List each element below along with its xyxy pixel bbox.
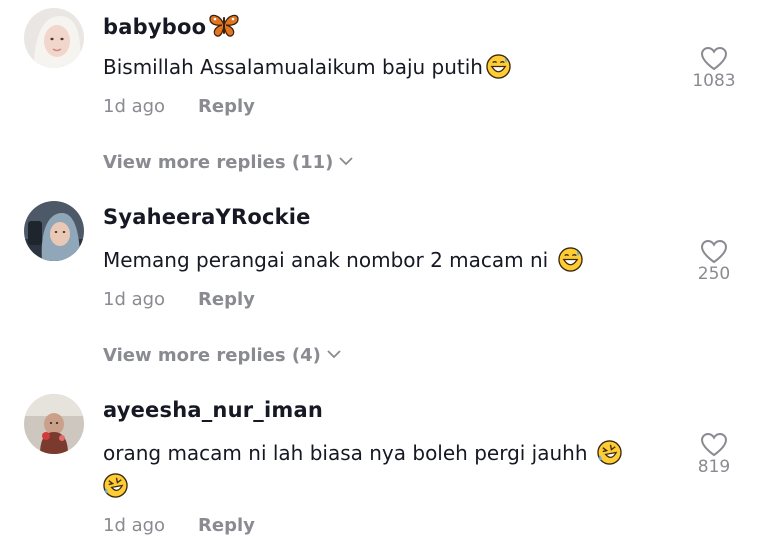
comment-meta: 1d ago Reply (103, 289, 255, 310)
avatar[interactable] (24, 201, 84, 261)
butterfly-icon (208, 12, 240, 43)
reply-button[interactable]: Reply (198, 96, 255, 117)
view-more-label[interactable]: View more replies (4) (103, 345, 321, 366)
rolling-laughing-icon (597, 440, 622, 465)
like-button[interactable]: 1083 (690, 46, 738, 91)
comment-text: orang macam ni lah biasa nya boleh pergi… (103, 437, 663, 503)
comment-text-content: Memang perangai anak nombor 2 macam ni (103, 248, 549, 272)
chevron-down-icon[interactable] (327, 343, 341, 364)
like-button[interactable]: 250 (690, 239, 738, 284)
comment-text: Memang perangai anak nombor 2 macam ni (103, 244, 663, 277)
username-text[interactable]: babyboo (103, 15, 206, 39)
timestamp: 1d ago (103, 96, 166, 117)
reply-button[interactable]: Reply (198, 289, 255, 310)
username[interactable]: SyaheeraYRockie (103, 205, 311, 229)
like-count: 1083 (692, 71, 736, 91)
heart-outline-icon[interactable] (700, 432, 728, 457)
username-text[interactable]: ayeesha_nur_iman (103, 398, 323, 422)
heart-outline-icon[interactable] (700, 46, 728, 71)
avatar[interactable] (24, 8, 84, 68)
heart-outline-icon[interactable] (700, 239, 728, 264)
reply-button[interactable]: Reply (198, 515, 255, 536)
rolling-laughing-icon (103, 473, 128, 498)
timestamp: 1d ago (103, 289, 166, 310)
like-count: 250 (697, 264, 731, 284)
username-text[interactable]: SyaheeraYRockie (103, 205, 311, 229)
view-more-replies-button[interactable]: View more replies (11) (103, 150, 354, 173)
like-button[interactable]: 819 (690, 432, 738, 477)
grinning-sweat-icon (557, 247, 583, 272)
comment-meta: 1d ago Reply (103, 515, 255, 536)
view-more-replies-button[interactable]: View more replies (4) (103, 343, 341, 366)
comment-meta: 1d ago Reply (103, 96, 255, 117)
comment-text-content: orang macam ni lah biasa nya boleh pergi… (103, 441, 588, 465)
username[interactable]: babyboo (103, 12, 240, 43)
comment-text: Bismillah Assalamualaikum baju putih (103, 51, 663, 84)
chevron-down-icon[interactable] (339, 150, 354, 171)
comment-text-content: Bismillah Assalamualaikum baju putih (103, 55, 483, 79)
avatar[interactable] (24, 394, 84, 454)
timestamp: 1d ago (103, 515, 166, 536)
like-count: 819 (697, 457, 731, 477)
grinning-sweat-icon (486, 54, 511, 79)
view-more-label[interactable]: View more replies (11) (103, 152, 333, 173)
username[interactable]: ayeesha_nur_iman (103, 398, 323, 422)
